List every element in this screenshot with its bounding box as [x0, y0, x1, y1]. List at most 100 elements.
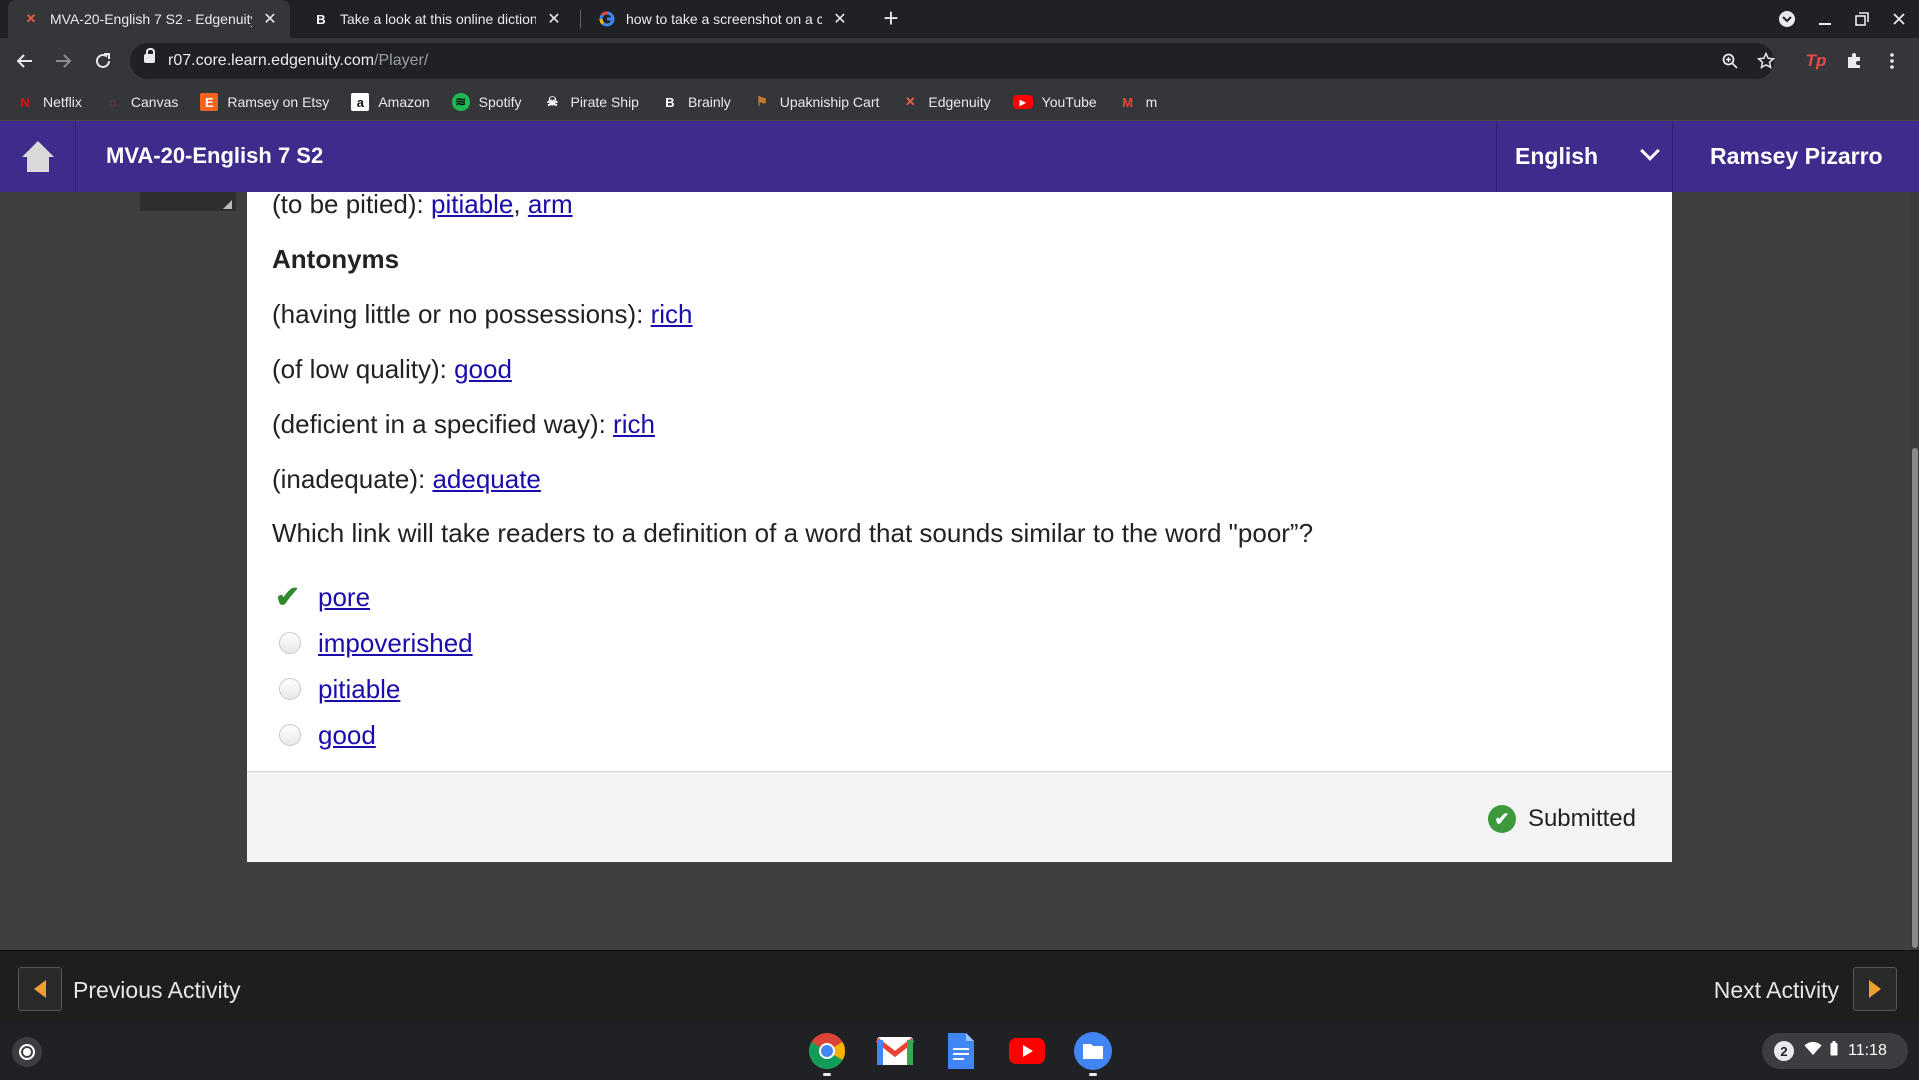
address-bar[interactable]: r07.core.learn.edgenuity.com/Player/	[130, 43, 1775, 79]
link-good[interactable]: good	[454, 354, 512, 384]
course-title: MVA-20-English 7 S2	[106, 143, 324, 168]
battery-icon	[1830, 1041, 1838, 1061]
notification-badge[interactable]: 2	[1774, 1041, 1794, 1061]
answer-option-impoverished[interactable]: impoverished	[272, 625, 473, 661]
panel-footer: ✔ Submitted	[247, 771, 1672, 862]
link-adequate[interactable]: adequate	[432, 464, 540, 494]
files-app-icon[interactable]	[1073, 1031, 1113, 1076]
bookmark-label: Edgenuity	[928, 94, 991, 110]
previous-activity-label[interactable]: Previous Activity	[73, 977, 240, 1004]
tab-google-search[interactable]: how to take a screenshot on a ch ✕	[584, 0, 860, 38]
tab-brainly[interactable]: B Take a look at this online diction ✕	[298, 0, 574, 38]
google-icon	[598, 10, 616, 28]
running-indicator	[1089, 1073, 1097, 1076]
link-arm[interactable]: arm	[528, 189, 573, 219]
synonym-line: (to be pitied): pitiable, arm	[272, 189, 573, 220]
bookmark-label: Canvas	[130, 94, 179, 110]
edgenuity-icon: ✕	[25, 11, 37, 26]
bookmark-youtube[interactable]: ▶ YouTube	[1012, 94, 1097, 110]
edgenuity-icon: ✕	[904, 94, 916, 109]
bookmark-label: Brainly	[687, 94, 731, 110]
chrome-app-icon[interactable]	[807, 1031, 847, 1076]
radio-button[interactable]	[279, 678, 301, 700]
google-docs-icon[interactable]	[941, 1031, 981, 1071]
answer-option-pitiable[interactable]: pitiable	[272, 671, 400, 707]
launcher-button[interactable]	[12, 1037, 42, 1067]
answer-option-good[interactable]: good	[272, 717, 376, 753]
tab-strip: ✕ MVA-20-English 7 S2 - Edgenuity ✕ B Ta…	[0, 0, 1919, 38]
os-shelf: 2 11:18	[0, 1022, 1919, 1080]
course-header: MVA-20-English 7 S2 English Ramsey Pizar…	[0, 121, 1919, 192]
close-window-icon[interactable]	[1880, 0, 1918, 38]
url-text[interactable]: r07.core.learn.edgenuity.com/Player/	[168, 52, 428, 70]
radio-button[interactable]	[279, 724, 301, 746]
bookmark-upakniship-cart[interactable]: ⚑ Upakniship Cart	[753, 93, 879, 111]
wifi-icon	[1804, 1041, 1822, 1061]
url-host: r07.core.learn.edgenuity.com	[168, 52, 375, 69]
close-icon[interactable]: ✕	[260, 9, 280, 29]
new-tab-button[interactable]: +	[876, 4, 906, 34]
link-rich[interactable]: rich	[651, 299, 693, 329]
activity-navigation: Previous Activity Next Activity	[0, 950, 1919, 1022]
definition-label: (having little or no possessions):	[272, 299, 651, 329]
reload-icon[interactable]	[87, 45, 119, 77]
language-label: English	[1515, 143, 1599, 169]
option-label[interactable]: pitiable	[318, 674, 400, 705]
bookmark-netflix[interactable]: N Netflix	[16, 93, 82, 111]
gmail-app-icon[interactable]	[875, 1031, 915, 1071]
home-button[interactable]	[0, 121, 76, 192]
next-activity-label[interactable]: Next Activity	[1714, 977, 1839, 1004]
clock[interactable]: 11:18	[1848, 1042, 1887, 1060]
video-thumbnail[interactable]	[140, 192, 236, 211]
brainly-icon: B	[665, 94, 675, 110]
answer-option-pore[interactable]: ✔ pore	[272, 579, 370, 615]
antonyms-heading: Antonyms	[272, 244, 400, 274]
bookmark-canvas[interactable]: ◌ Canvas	[104, 93, 178, 111]
brainly-icon: B	[316, 11, 326, 27]
link-rich[interactable]: rich	[613, 409, 655, 439]
restore-icon[interactable]	[1843, 0, 1881, 38]
tab-title: Take a look at this online diction	[340, 11, 536, 27]
bookmark-amazon[interactable]: a Amazon	[351, 93, 430, 111]
back-arrow-icon[interactable]	[9, 45, 41, 77]
extensions-puzzle-icon[interactable]	[1838, 45, 1870, 77]
scrollbar-thumb[interactable]	[1912, 448, 1918, 948]
forward-arrow-icon[interactable]	[47, 45, 79, 77]
status-tray[interactable]: 2 11:18	[1762, 1033, 1908, 1069]
bookmark-edgenuity[interactable]: ✕ Edgenuity	[901, 93, 991, 111]
bookmark-label: Ramsey on Etsy	[227, 94, 330, 110]
bookmark-etsy[interactable]: E Ramsey on Etsy	[200, 93, 329, 111]
bookmark-spotify[interactable]: ≋ Spotify	[451, 93, 521, 111]
menu-dots-icon[interactable]	[1876, 45, 1908, 77]
radio-button[interactable]	[279, 632, 301, 654]
close-icon[interactable]: ✕	[830, 9, 850, 29]
youtube-app-icon[interactable]	[1007, 1031, 1047, 1071]
bookmark-gmail[interactable]: Mm	[1119, 93, 1157, 111]
option-label[interactable]: good	[318, 720, 376, 751]
definition-label: (inadequate):	[272, 464, 433, 494]
close-icon[interactable]: ✕	[544, 9, 564, 29]
link-pitiable[interactable]: pitiable	[431, 189, 513, 219]
previous-activity-button[interactable]	[18, 967, 62, 1011]
extension-tp-icon[interactable]: Tp	[1800, 45, 1832, 77]
definition-label: (of low quality):	[272, 354, 455, 384]
definition-label: (deficient in a specified way):	[272, 409, 614, 439]
tab-title: how to take a screenshot on a ch	[626, 11, 822, 27]
option-label[interactable]: pore	[318, 582, 370, 613]
bookmark-star-icon[interactable]	[1752, 47, 1780, 75]
separator: ,	[513, 189, 528, 219]
tab-edgenuity[interactable]: ✕ MVA-20-English 7 S2 - Edgenuity ✕	[8, 0, 290, 38]
next-activity-button[interactable]	[1853, 967, 1897, 1011]
tab-title: MVA-20-English 7 S2 - Edgenuity	[50, 11, 252, 27]
option-label[interactable]: impoverished	[318, 628, 473, 659]
cart-icon: ⚑	[755, 94, 768, 109]
minimize-icon[interactable]	[1806, 0, 1844, 38]
zoom-icon[interactable]	[1716, 47, 1744, 75]
language-dropdown[interactable]: English	[1496, 121, 1673, 192]
chevron-down-icon	[1640, 141, 1660, 161]
bookmark-brainly[interactable]: B Brainly	[661, 93, 731, 111]
user-name[interactable]: Ramsey Pizarro	[1710, 143, 1883, 170]
tab-search-icon[interactable]	[1768, 0, 1806, 38]
amazon-icon: a	[351, 93, 370, 111]
bookmark-pirate-ship[interactable]: ☠ Pirate Ship	[543, 93, 639, 111]
